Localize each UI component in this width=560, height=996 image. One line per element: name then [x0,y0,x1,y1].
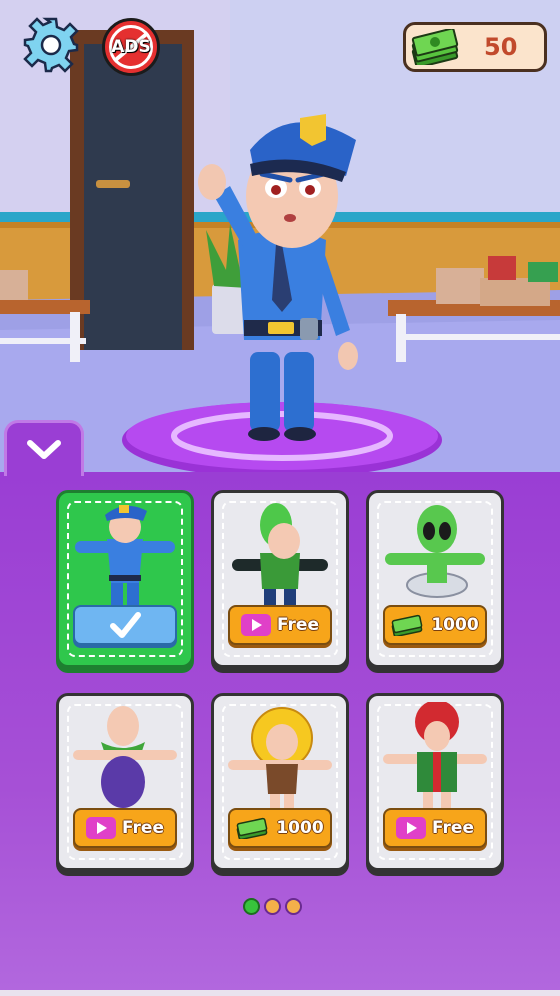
button-label: 1000 [276,818,324,838]
checkmark-icon [110,612,141,638]
video-play-icon [86,817,117,839]
button-label: 1000 [431,615,479,635]
settings-button[interactable] [22,16,80,74]
collapse-panel-button[interactable] [4,420,84,476]
no-ads-label: ADS [111,37,151,57]
video-play-icon [241,614,272,636]
skin-card-alien-ufo[interactable]: 1000 [366,490,504,668]
no-ads-button[interactable]: ADS [102,18,160,76]
skin-card-police[interactable] [56,490,194,668]
buy-button[interactable]: 1000 [383,605,487,645]
sunflower-figure [228,707,332,808]
police-figure [75,505,175,605]
equipped-indicator [73,605,177,645]
button-label: Free [122,818,164,838]
alien-ufo-figure [385,505,485,598]
home-indicator-bar [0,990,560,996]
skin-card-alien-kid[interactable]: Free [211,490,349,668]
watch-ad-button[interactable]: Free [73,808,177,848]
money-counter: 50 [403,22,547,72]
grape-figure [73,706,177,808]
skin-card-rose[interactable]: Free [366,693,504,871]
buy-button[interactable]: 1000 [228,808,332,848]
cash-stack-icon [392,614,423,636]
character-preview-scene: ADS 50 [0,0,560,478]
page-dot-1[interactable] [243,898,260,915]
button-label: Free [432,818,474,838]
page-indicator [243,898,302,915]
cash-stack-icon [411,29,459,65]
button-label: Free [277,615,319,635]
skin-card-grape[interactable]: Free [56,693,194,871]
page-dot-2[interactable] [264,898,281,915]
watch-ad-button[interactable]: Free [383,808,487,848]
page-dot-3[interactable] [285,898,302,915]
cash-stack-icon [237,817,268,839]
skin-card-sunflower[interactable]: 1000 [211,693,349,871]
alien-kid-figure [232,503,328,605]
gear-icon [23,17,79,73]
rose-gift-figure [383,702,487,808]
watch-ad-button[interactable]: Free [228,605,332,645]
money-value: 50 [484,33,518,61]
chevron-down-icon [27,439,61,459]
video-play-icon [396,817,427,839]
